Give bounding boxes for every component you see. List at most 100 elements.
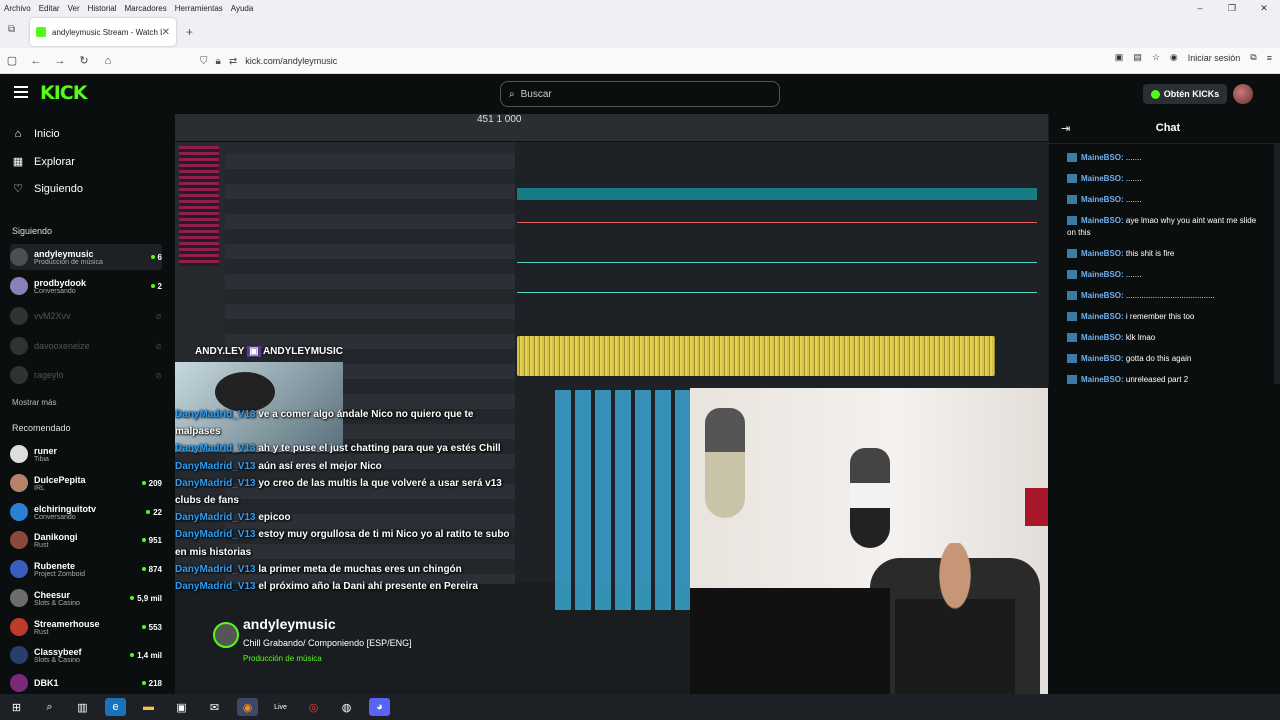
lock-icon[interactable]: 🔒︎ [216,56,221,67]
channel-name: vvM2Xvv [34,311,71,321]
overlay-chat-user: DanyMadrid_V13 [175,443,256,455]
reader-icon[interactable]: ▤ [1133,52,1142,63]
chrome-icon[interactable]: ◎ [303,698,324,716]
account-icon[interactable]: ◉ [1170,52,1178,63]
overlay-chat-user: DanyMadrid_V13 [175,477,256,489]
sidebar-toggle-icon[interactable]: ▢ [0,54,24,67]
menu-archivo[interactable]: Archivo [0,4,35,13]
back-icon[interactable]: ← [24,55,48,67]
chat-username[interactable]: MaineBSO: [1081,153,1124,162]
channel-item[interactable]: Streamerhouse Rust 553 [10,614,162,640]
menu-ver[interactable]: Ver [64,4,84,13]
streamer-name[interactable]: andyleymusic [243,616,336,632]
stream-category[interactable]: Producción de música [243,654,322,663]
chat-username[interactable]: MaineBSO: [1081,354,1124,363]
search-input[interactable]: ⌕ Buscar [500,81,780,107]
kick-logo[interactable]: KICK [40,82,87,104]
sidebar-item-siguiendo[interactable]: ♡ Siguiendo [12,182,83,196]
extensions-icon[interactable]: ⧉ [1250,52,1256,63]
channel-item[interactable]: runer Tibia [10,441,162,467]
hamburger-menu-icon[interactable] [14,86,28,98]
avatar [10,674,28,692]
video-player[interactable]: 451 1 000 ANDY.LEY ▣ ANDYLEYMUSIC DanyMa… [175,114,1048,694]
edge-icon[interactable]: e [105,698,126,716]
avatar [10,531,28,549]
signin-link[interactable]: Iniciar sesión [1188,53,1241,63]
pip-icon[interactable]: ▣ [1115,52,1124,63]
chat-username[interactable]: MaineBSO: [1081,174,1124,183]
streamer-avatar[interactable] [213,622,239,648]
discord-icon[interactable]: ◕ [369,698,390,716]
sidebar-item-explorar[interactable]: ▦ Explorar [12,155,75,169]
permissions-icon[interactable]: ⇄ [229,56,237,67]
obs-icon[interactable]: ◍ [336,698,357,716]
channel-item[interactable]: davooxeneize ⊘ [10,333,162,359]
search-icon[interactable]: ⌕ [39,698,60,716]
reload-icon[interactable]: ↻ [72,54,96,67]
firefox-icon[interactable]: ◉ [237,698,258,716]
chat-message: MaineBSO: gotta do this again [1067,353,1267,365]
chat-username[interactable]: MaineBSO: [1081,333,1124,342]
mail-icon[interactable]: ✉ [204,698,225,716]
channel-item[interactable]: DulcePepita IRL 209 [10,470,162,496]
windows-icon[interactable]: ⊞ [6,698,27,716]
url-text[interactable]: kick.com/andyleymusic [245,56,337,66]
browser-menubar: Archivo Editar Ver Historial Marcadores … [0,0,1280,16]
chat-username[interactable]: MaineBSO: [1081,291,1124,300]
channel-item[interactable]: DBK1 218 [10,670,162,696]
chat-scrollbar[interactable] [1274,144,1280,384]
url-bar[interactable]: ⛉ 🔒︎ ⇄ kick.com/andyleymusic [200,51,1020,71]
close-window-icon[interactable]: ✕ [1248,0,1280,16]
channel-item[interactable]: prodbydook Conversando 2 [10,273,162,299]
forward-icon[interactable]: → [48,55,72,67]
channel-item[interactable]: elchiringuitotv Conversando 22 [10,499,162,525]
menu-editar[interactable]: Editar [35,4,64,13]
shield-icon[interactable]: ⛉ [200,56,208,67]
chat-username[interactable]: MaineBSO: [1081,270,1124,279]
channel-item[interactable]: Danikongi Rust 951 [10,527,162,553]
chat-message: MaineBSO: ....... [1067,269,1267,281]
new-tab-icon[interactable]: + [186,25,193,39]
menu-herramientas[interactable]: Herramientas [171,4,227,13]
live-dot-icon [141,481,146,485]
recommended-title: Recomendado [12,423,71,433]
store-icon[interactable]: ▣ [171,698,192,716]
show-more-link[interactable]: Mostrar más [12,398,56,407]
channel-item[interactable]: andyleymusic Producción de música 6 [10,244,162,270]
chat-username[interactable]: MaineBSO: [1081,249,1124,258]
minimize-icon[interactable]: – [1184,0,1216,16]
search-icon: ⌕ [509,88,515,100]
sidebar-item-inicio[interactable]: ⌂ Inicio [12,128,60,140]
channel-item[interactable]: Cheesur Slots & Casino 5,9 mil [10,585,162,611]
tab-list-icon[interactable]: ⧉ [8,24,15,35]
window-controls: – ❐ ✕ [1184,0,1280,16]
browser-tab[interactable]: andyleymusic Stream - Watch L ✕ [30,18,176,46]
maximize-icon[interactable]: ❐ [1216,0,1248,16]
chat-username[interactable]: MaineBSO: [1081,216,1124,225]
folder-icon[interactable]: ▬ [138,698,159,716]
chat-username[interactable]: MaineBSO: [1081,312,1124,321]
sub-badge-icon [1067,216,1077,226]
channel-name: Rubenete [34,560,76,571]
live-icon[interactable]: Live [270,698,291,716]
bookmark-star-icon[interactable]: ☆ [1152,52,1160,63]
webcam-main [690,388,1048,694]
user-avatar[interactable] [1233,84,1253,104]
channel-item[interactable]: Rubenete Project Zomboid 874 [10,556,162,582]
get-kicks-button[interactable]: Obtén KICKs [1143,84,1227,104]
chat-username[interactable]: MaineBSO: [1081,375,1124,384]
avatar [10,366,28,384]
menu-marcadores[interactable]: Marcadores [121,4,171,13]
close-tab-icon[interactable]: ✕ [162,27,170,38]
channel-category: IRL [34,484,45,492]
task-view-icon[interactable]: ▥ [72,698,93,716]
menu-ayuda[interactable]: Ayuda [227,4,258,13]
channel-item[interactable]: Classybeef Slots & Casino 1,4 mil [10,642,162,668]
channel-item[interactable]: vvM2Xvv ⊘ [10,303,162,329]
chat-username[interactable]: MaineBSO: [1081,195,1124,204]
offline-icon: ⊘ [155,341,162,351]
menu-historial[interactable]: Historial [84,4,121,13]
channel-item[interactable]: rageylo ⊘ [10,362,162,388]
home-browser-icon[interactable]: ⌂ [96,55,120,67]
menu-icon[interactable]: ≡ [1267,53,1272,63]
